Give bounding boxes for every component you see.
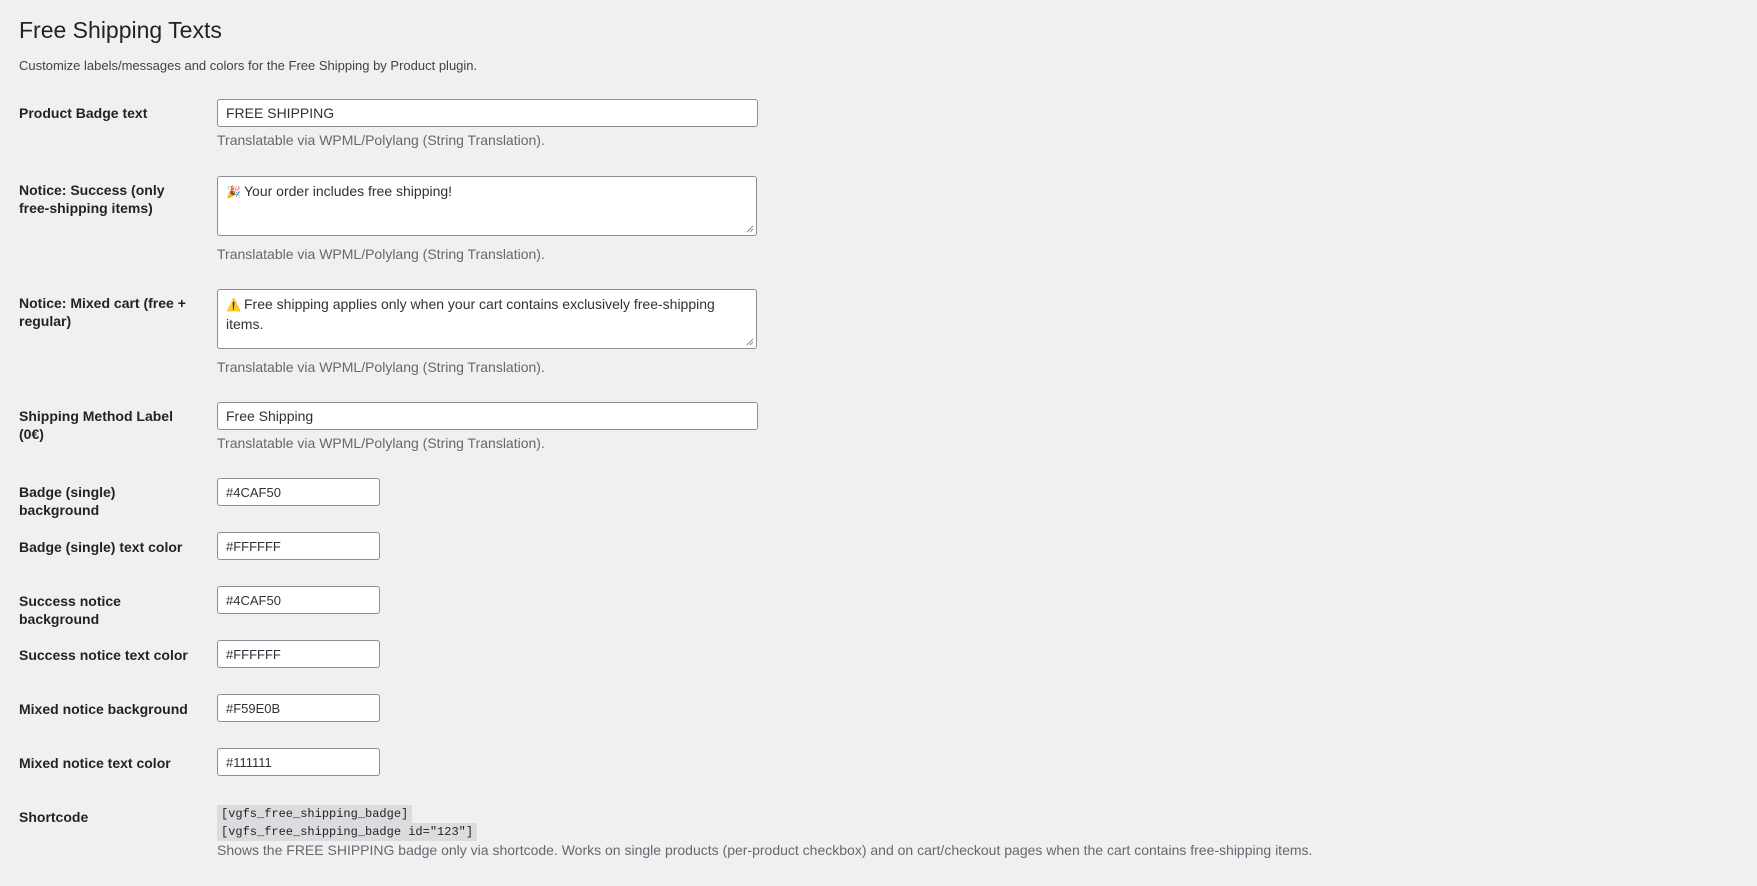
- shortcode-label: Shortcode: [19, 809, 89, 825]
- product-badge-label: Product Badge text: [19, 105, 148, 121]
- badge-text-label: Badge (single) text color: [19, 539, 183, 555]
- notice-success-textarea[interactable]: 🎉 Your order includes free shipping!: [217, 176, 757, 236]
- mixed-text-label: Mixed notice text color: [19, 755, 171, 771]
- page-title: Free Shipping Texts: [19, 17, 222, 43]
- resize-handle-icon[interactable]: [746, 338, 754, 346]
- warning-icon: ⚠️: [226, 298, 241, 312]
- badge-bg-label: Badge (single) background: [19, 484, 116, 519]
- notice-success-label: Notice: Success (only free-shipping item…: [19, 182, 165, 217]
- mixed-bg-label: Mixed notice background: [19, 701, 188, 717]
- notice-success-text: Your order includes free shipping!: [244, 183, 453, 199]
- badge-bg-input[interactable]: [217, 478, 380, 506]
- mixed-text-input[interactable]: [217, 748, 380, 776]
- shortcode-code-id: [vgfs_free_shipping_badge id="123"]: [217, 823, 478, 841]
- success-bg-label: Success notice background: [19, 593, 121, 628]
- party-icon: 🎉: [226, 185, 241, 199]
- resize-handle-icon[interactable]: [746, 225, 754, 233]
- shipping-label-label: Shipping Method Label (0€): [19, 408, 173, 443]
- notice-mixed-text: Free shipping applies only when your car…: [226, 296, 715, 332]
- success-bg-input[interactable]: [217, 586, 380, 614]
- shortcode-help: Shows the FREE SHIPPING badge only via s…: [217, 842, 1313, 858]
- shipping-label-input[interactable]: [217, 402, 758, 430]
- shortcode-code-basic: [vgfs_free_shipping_badge]: [217, 805, 413, 823]
- success-text-label: Success notice text color: [19, 647, 188, 663]
- notice-mixed-help: Translatable via WPML/Polylang (String T…: [217, 359, 545, 375]
- mixed-bg-input[interactable]: [217, 694, 380, 722]
- product-badge-help: Translatable via WPML/Polylang (String T…: [217, 132, 545, 148]
- notice-mixed-label: Notice: Mixed cart (free + regular): [19, 295, 186, 330]
- notice-success-help: Translatable via WPML/Polylang (String T…: [217, 246, 545, 262]
- product-badge-input[interactable]: [217, 99, 758, 127]
- page-description: Customize labels/messages and colors for…: [19, 58, 478, 73]
- success-text-input[interactable]: [217, 640, 380, 668]
- shipping-label-help: Translatable via WPML/Polylang (String T…: [217, 435, 545, 451]
- notice-mixed-textarea[interactable]: ⚠️ Free shipping applies only when your c…: [217, 289, 757, 349]
- badge-text-input[interactable]: [217, 532, 380, 560]
